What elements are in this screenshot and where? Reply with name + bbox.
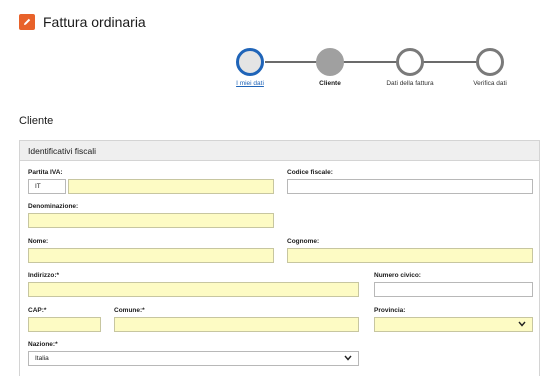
cap-label: CAP:* <box>28 307 47 314</box>
step-label: Dati della fattura <box>386 80 434 87</box>
codice-fiscale-input[interactable] <box>287 179 533 194</box>
panel-header: Identificativi fiscali <box>20 141 539 161</box>
step-circle-current <box>316 48 344 76</box>
progress-stepper: I miei dati Cliente Dati della fattura V… <box>225 46 525 94</box>
nazione-value: Italia <box>35 355 49 362</box>
step-cliente: Cliente <box>305 46 355 87</box>
page-header: Fattura ordinaria <box>19 12 146 32</box>
codice-fiscale-label: Codice fiscale: <box>287 169 333 176</box>
indirizzo-label: Indirizzo:* <box>28 272 60 279</box>
nome-input[interactable] <box>28 248 274 263</box>
chevron-down-icon[interactable] <box>344 355 352 363</box>
step-circle-todo <box>476 48 504 76</box>
denominazione-label: Denominazione: <box>28 203 79 210</box>
partita-iva-input[interactable] <box>68 179 274 194</box>
step-verifica-dati: Verifica dati <box>465 46 515 87</box>
page-title: Fattura ordinaria <box>43 14 146 30</box>
section-title: Cliente <box>19 115 54 127</box>
nazione-label: Nazione:* <box>28 341 58 348</box>
comune-label: Comune:* <box>114 307 145 314</box>
step-label: Cliente <box>319 80 341 87</box>
cap-input[interactable] <box>28 317 101 332</box>
step-circle-active[interactable] <box>236 48 264 76</box>
numero-civico-label: Numero civico: <box>374 272 421 279</box>
step-label: Verifica dati <box>473 80 507 87</box>
indirizzo-input[interactable] <box>28 282 359 297</box>
step-i-miei-dati[interactable]: I miei dati <box>225 46 275 87</box>
step-label[interactable]: I miei dati <box>205 80 295 87</box>
cognome-label: Cognome: <box>287 238 320 245</box>
step-circle-todo <box>396 48 424 76</box>
nazione-select[interactable]: Italia <box>28 351 359 366</box>
fiscal-identifiers-panel: Identificativi fiscali Partita IVA: IT C… <box>19 140 540 376</box>
denominazione-input[interactable] <box>28 213 274 228</box>
step-dati-fattura: Dati della fattura <box>385 46 435 87</box>
provincia-select[interactable] <box>374 317 533 332</box>
partita-iva-label: Partita IVA: <box>28 169 63 176</box>
pencil-icon <box>19 14 35 30</box>
country-code-field[interactable]: IT <box>28 179 66 194</box>
provincia-label: Provincia: <box>374 307 406 314</box>
numero-civico-input[interactable] <box>374 282 533 297</box>
nome-label: Nome: <box>28 238 49 245</box>
cognome-input[interactable] <box>287 248 533 263</box>
stepper-line <box>265 61 485 63</box>
chevron-down-icon[interactable] <box>518 321 526 329</box>
comune-input[interactable] <box>114 317 359 332</box>
